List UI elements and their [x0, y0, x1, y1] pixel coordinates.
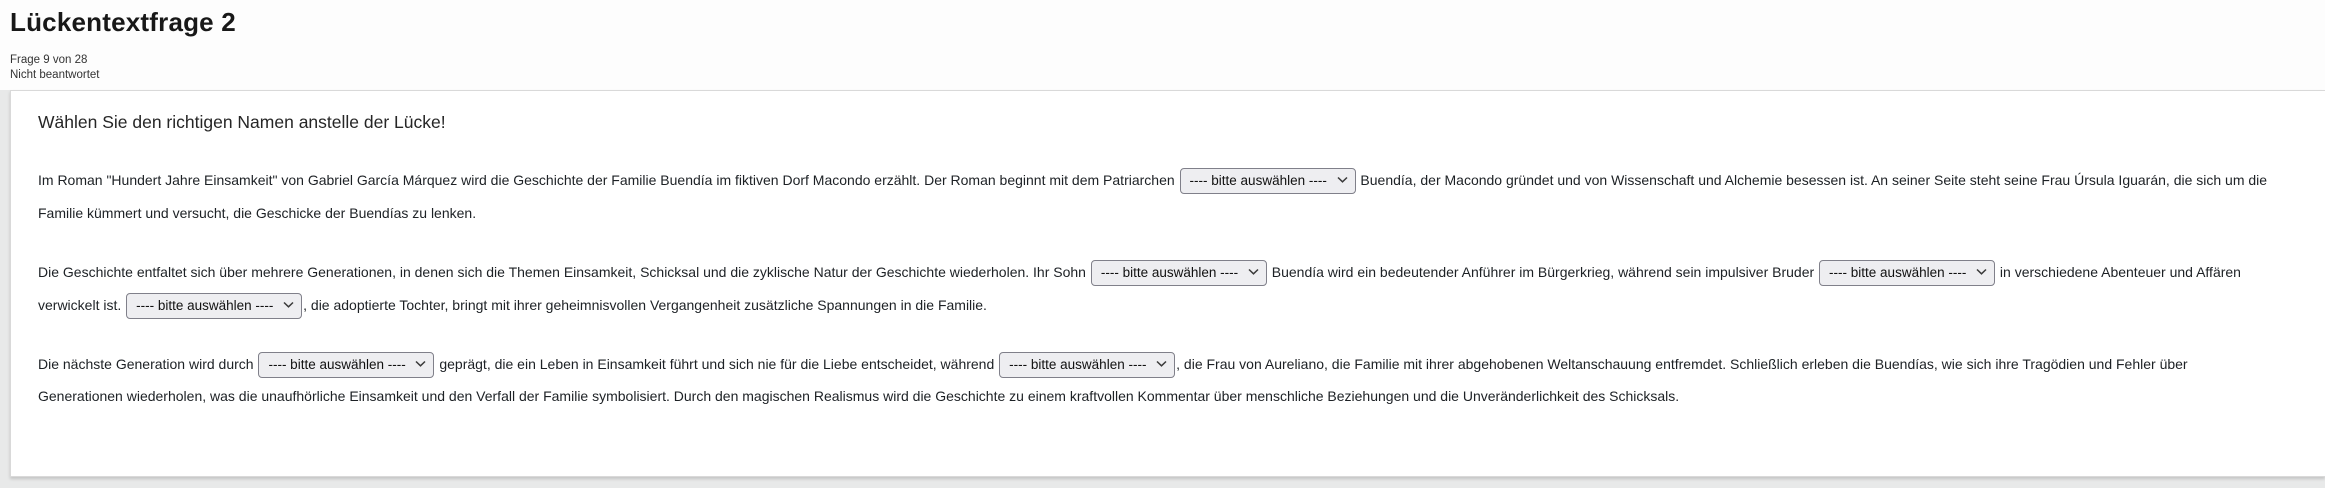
gap-select-frau-von-aureliano[interactable]: ---- bitte auswählen ---- — [999, 348, 1175, 381]
question-text: , die adoptierte Tochter, bringt mit ihr… — [303, 297, 987, 313]
gap-select-patriarch-control[interactable]: ---- bitte auswählen ---- — [1180, 168, 1356, 194]
question-paragraph-3: Die nächste Generation wird durch ---- b… — [38, 348, 2270, 414]
gap-select-adoptierte-tochter[interactable]: ---- bitte auswählen ---- — [126, 289, 302, 322]
gap-select-adoptierte-tochter-control[interactable]: ---- bitte auswählen ---- — [126, 293, 302, 319]
question-text: Die nächste Generation wird durch — [38, 356, 257, 372]
question-progress: Frage 9 von 28 — [10, 53, 2325, 68]
quiz-question-page: Lückentextfrage 2 Frage 9 von 28 Nicht b… — [0, 0, 2325, 488]
gap-select-sohn[interactable]: ---- bitte auswählen ---- — [1091, 256, 1267, 289]
gap-select-bruder-control[interactable]: ---- bitte auswählen ---- — [1819, 260, 1995, 286]
question-card: Wählen Sie den richtigen Namen anstelle … — [10, 90, 2325, 477]
question-paragraph-2: Die Geschichte entfaltet sich über mehre… — [38, 256, 2270, 322]
question-header: Lückentextfrage 2 Frage 9 von 28 Nicht b… — [0, 0, 2325, 90]
page-title: Lückentextfrage 2 — [10, 7, 2325, 38]
question-status: Nicht beantwortet — [10, 68, 2325, 83]
question-text: Buendía wird ein bedeutender Anführer im… — [1268, 264, 1818, 280]
gap-select-bruder[interactable]: ---- bitte auswählen ---- — [1819, 256, 1995, 289]
gap-select-frau-von-aureliano-control[interactable]: ---- bitte auswählen ---- — [999, 352, 1175, 378]
gap-select-naechste-generation[interactable]: ---- bitte auswählen ---- — [258, 348, 434, 381]
gap-select-naechste-generation-control[interactable]: ---- bitte auswählen ---- — [258, 352, 434, 378]
gap-select-patriarch[interactable]: ---- bitte auswählen ---- — [1180, 164, 1356, 197]
gap-select-sohn-control[interactable]: ---- bitte auswählen ---- — [1091, 260, 1267, 286]
question-paragraph-1: Im Roman "Hundert Jahre Einsamkeit" von … — [38, 164, 2270, 230]
question-text: Die Geschichte entfaltet sich über mehre… — [38, 264, 1090, 280]
content-region: Wählen Sie den richtigen Namen anstelle … — [0, 90, 2325, 488]
question-meta: Frage 9 von 28 Nicht beantwortet — [10, 53, 2325, 83]
question-prompt: Wählen Sie den richtigen Namen anstelle … — [38, 112, 2270, 133]
question-text: Im Roman "Hundert Jahre Einsamkeit" von … — [38, 172, 1179, 188]
question-text: geprägt, die ein Leben in Einsamkeit füh… — [435, 356, 998, 372]
